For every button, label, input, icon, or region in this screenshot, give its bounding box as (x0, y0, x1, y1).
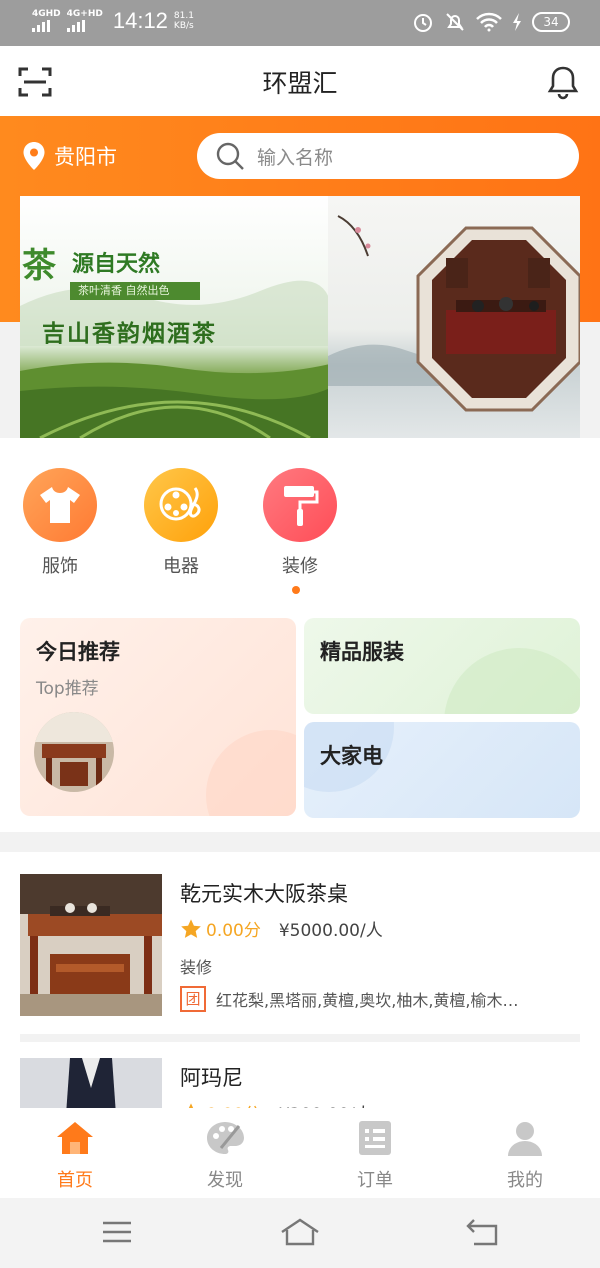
category-apparel[interactable]: 服饰 (22, 468, 98, 578)
card-today-recommend[interactable]: 今日推荐 Top推荐 (20, 618, 296, 816)
category-appliance[interactable]: 电器 (143, 468, 219, 578)
listing-tags: 红花梨,黑塔丽,黄檀,奥坎,柚木,黄檀,榆木… (216, 991, 519, 1010)
listing-price: ¥300.00/人 (279, 1100, 372, 1108)
featured-section: 今日推荐 Top推荐 精品服装 大家电 (0, 600, 600, 832)
card-title: 大家电 (320, 744, 383, 768)
listing-title: 乾元实木大阪茶桌 (180, 882, 348, 906)
header-bar: 环盟汇 (0, 46, 600, 116)
palette-icon (207, 1122, 244, 1154)
net-speed-value: 81.1 (173, 11, 194, 21)
category-grid: 服饰 电器 装修 (0, 438, 600, 608)
sim1-signal: 4GHD (32, 10, 61, 32)
location-pin-icon (23, 142, 45, 170)
star-icon (181, 918, 201, 938)
tab-label: 首页 (57, 1170, 93, 1191)
page-title: 环盟汇 (262, 69, 338, 98)
menu-icon[interactable] (102, 1220, 132, 1244)
banner-subline: 茶叶清香 自然出色 (70, 282, 200, 300)
listing-group-deal: 团 红花梨,黑塔丽,黄檀,奥坎,柚木,黄檀,榆木… (180, 986, 580, 1012)
charging-icon (513, 13, 521, 31)
promo-banner[interactable]: 茶 源自天然 茶叶清香 自然出色 吉山香韵烟酒茶 (20, 196, 580, 438)
battery-indicator: 34 (532, 12, 570, 32)
tab-label: 我的 (507, 1170, 543, 1191)
card-subtitle: Top推荐 (36, 679, 99, 699)
card-decor-circle (444, 648, 580, 714)
listing-price: ¥5000.00/人 (278, 921, 383, 941)
net-speed-unit: KB/s (173, 21, 194, 31)
search-input[interactable]: 输入名称 (197, 133, 579, 179)
wifi-icon (476, 12, 502, 32)
sim2-signal: 4G+HD (66, 9, 103, 32)
listing-thumbnail (20, 874, 162, 1016)
list-item[interactable]: 乾元实木大阪茶桌 0.00分 ¥5000.00/人 装修 团 红花梨,黑塔丽,黄… (20, 874, 580, 1024)
group-buy-badge: 团 (180, 986, 206, 1012)
tab-label: 订单 (357, 1170, 393, 1191)
system-nav-bar (0, 1198, 600, 1268)
category-label: 电器 (163, 556, 199, 577)
listing-title: 阿玛尼 (180, 1066, 243, 1090)
back-icon[interactable] (466, 1218, 498, 1246)
card-fashion[interactable]: 精品服装 (304, 618, 580, 714)
banner-tea-field: 茶 源自天然 茶叶清香 自然出色 吉山香韵烟酒茶 (20, 196, 330, 438)
listing-thumbnail (20, 1058, 162, 1108)
user-icon (508, 1122, 542, 1156)
search-placeholder: 输入名称 (257, 146, 334, 169)
tab-label: 发现 (207, 1170, 243, 1191)
card-thumbnail (34, 712, 114, 792)
listing-rating: 0.00分 ¥300.00/人 (180, 1100, 372, 1108)
city-label: 贵阳市 (54, 145, 117, 169)
card-appliance[interactable]: 大家电 (304, 722, 580, 818)
tab-profile[interactable]: 我的 (475, 1120, 575, 1192)
alarm-icon (414, 14, 432, 32)
order-list-icon (359, 1121, 391, 1155)
category-pager-dot (292, 586, 300, 594)
status-bar: 4GHD 4G+HD 14:12 81.1 KB/s 34 (0, 0, 600, 46)
listing-rating: 0.00分 ¥5000.00/人 (180, 916, 383, 941)
listing-category: 装修 (180, 958, 213, 977)
list-item[interactable]: 阿玛尼 0.00分 ¥300.00/人 (20, 1058, 580, 1108)
tab-discover[interactable]: 发现 (175, 1120, 275, 1192)
home-nav-icon[interactable] (280, 1218, 320, 1246)
location-selector[interactable]: 贵阳市 (22, 141, 117, 171)
sim1-label: 4GHD (32, 9, 61, 19)
clock: 14:12 (112, 8, 168, 33)
card-decor-circle (206, 730, 296, 816)
tshirt-icon (23, 468, 97, 542)
card-title: 精品服装 (320, 640, 404, 664)
net-speed: 81.1 KB/s (174, 11, 194, 31)
mute-icon (446, 13, 464, 31)
tab-orders[interactable]: 订单 (325, 1120, 425, 1192)
sim2-label: 4G+HD (66, 9, 103, 19)
paint-roller-icon (263, 468, 337, 542)
home-icon (57, 1122, 93, 1154)
banner-shop-name: 吉山香韵烟酒茶 (42, 320, 217, 347)
bottom-tab-bar: 首页 发现 订单 我的 (0, 1108, 600, 1198)
listing-score: 0.00分 (206, 1100, 261, 1108)
listing-score: 0.00分 (206, 921, 261, 941)
category-label: 服饰 (42, 556, 78, 577)
search-icon (216, 142, 244, 170)
tearoom-photo (416, 226, 580, 412)
list-divider (20, 1034, 580, 1042)
banner-slogan: 源自天然 (72, 251, 161, 277)
banner-tea-char: 茶 (22, 246, 56, 286)
tab-home[interactable]: 首页 (25, 1120, 125, 1192)
category-label: 装修 (282, 556, 318, 577)
category-decoration[interactable]: 装修 (262, 468, 338, 578)
card-title: 今日推荐 (36, 640, 120, 664)
film-reel-icon (144, 468, 218, 542)
bell-icon[interactable] (546, 64, 580, 100)
listing-list: 乾元实木大阪茶桌 0.00分 ¥5000.00/人 装修 团 红花梨,黑塔丽,黄… (0, 852, 600, 1108)
